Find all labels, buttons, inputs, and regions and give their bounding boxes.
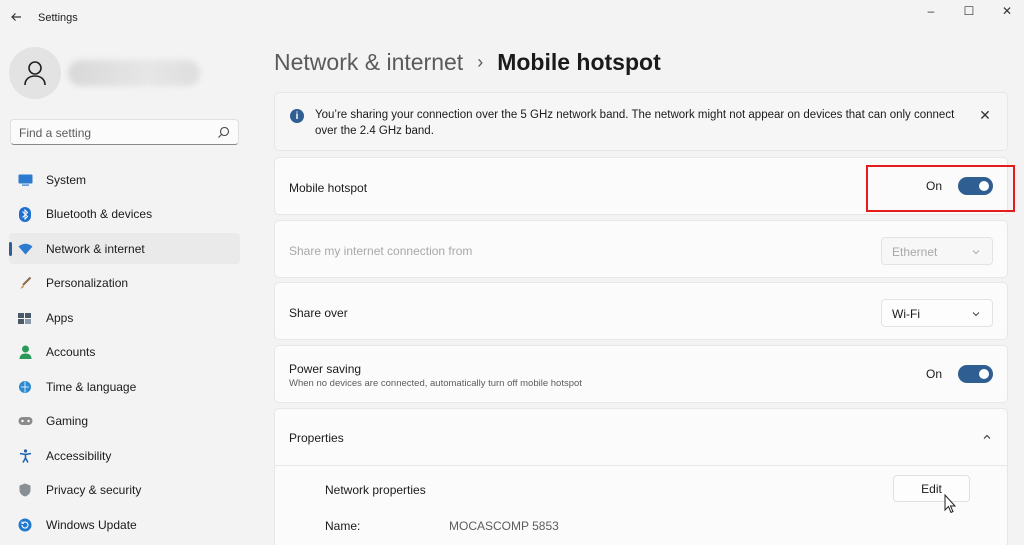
chevron-up-icon[interactable] [981, 431, 993, 443]
accessibility-icon [17, 448, 33, 464]
globe-icon [17, 379, 33, 395]
sidebar-item-label: System [46, 172, 87, 187]
name-value: MOCASCOMP 5853 [449, 519, 559, 533]
network-properties-label: Network properties [325, 483, 426, 497]
search-icon[interactable] [217, 126, 230, 139]
mobile-hotspot-toggle-group: On [926, 177, 993, 195]
properties-header[interactable]: Properties [275, 409, 1007, 466]
edit-button[interactable]: Edit [893, 475, 970, 502]
info-bar: i You’re sharing your connection over th… [274, 92, 1008, 151]
sidebar-item-apps[interactable]: Apps [9, 302, 240, 333]
sidebar-item-network[interactable]: Network & internet [9, 233, 240, 264]
gamepad-icon [17, 413, 33, 429]
person-icon [24, 61, 46, 86]
sidebar-item-label: Accessibility [46, 448, 112, 463]
sidebar-item-accounts[interactable]: Accounts [9, 337, 240, 368]
sidebar-item-label: Apps [46, 310, 74, 325]
mobile-hotspot-row: Mobile hotspot On [274, 157, 1008, 215]
sidebar-item-privacy[interactable]: Privacy & security [9, 475, 240, 506]
apps-icon [17, 310, 33, 326]
info-text: You’re sharing your connection over the … [315, 109, 955, 137]
mobile-hotspot-label: Mobile hotspot [289, 181, 368, 195]
info-icon: i [290, 109, 304, 123]
title-bar: Settings – ☐ ✕ [0, 0, 1024, 34]
sidebar-item-windows-update[interactable]: Windows Update [9, 509, 240, 540]
person-icon [17, 344, 33, 360]
bluetooth-icon [17, 206, 33, 222]
sidebar-item-label: Network & internet [46, 241, 145, 256]
system-icon [17, 172, 33, 188]
sidebar-nav: System Bluetooth & devices Network & int… [9, 164, 240, 544]
share-from-row: Share my internet connection from Ethern… [274, 220, 1008, 278]
power-saving-toggle[interactable] [958, 365, 993, 383]
toggle-state-label: On [925, 367, 942, 381]
chevron-down-icon [972, 312, 980, 317]
sidebar-item-personalization[interactable]: Personalization [9, 268, 240, 299]
sidebar-item-gaming[interactable]: Gaming [9, 406, 240, 437]
sidebar-item-label: Gaming [46, 414, 89, 428]
avatar[interactable] [9, 47, 61, 99]
sidebar-item-label: Privacy & security [46, 483, 142, 497]
breadcrumb-parent[interactable]: Network & internet [274, 49, 463, 76]
app-title: Settings [38, 12, 78, 24]
share-from-dropdown[interactable]: Ethernet [881, 237, 993, 265]
sidebar-item-label: Accounts [46, 345, 96, 359]
search-input[interactable] [19, 124, 209, 141]
properties-title: Properties [289, 431, 344, 445]
sidebar-item-accessibility[interactable]: Accessibility [9, 440, 240, 471]
maximize-button[interactable]: ☐ [950, 0, 988, 22]
back-arrow-icon [11, 13, 21, 21]
power-saving-row: Power saving When no devices are connect… [274, 345, 1008, 403]
sidebar-item-label: Windows Update [46, 517, 137, 532]
sidebar-item-time-language[interactable]: Time & language [9, 371, 240, 402]
sidebar-item-label: Personalization [46, 276, 129, 290]
breadcrumb: Network & internet › Mobile hotspot [274, 46, 661, 78]
power-saving-description: When no devices are connected, automatic… [289, 378, 582, 389]
sidebar-item-label: Time & language [46, 379, 137, 394]
search-box[interactable] [10, 119, 239, 145]
shield-icon [17, 482, 33, 498]
page-title: Mobile hotspot [497, 48, 661, 75]
back-button[interactable] [6, 7, 26, 27]
wifi-icon [17, 241, 33, 257]
mobile-hotspot-toggle[interactable] [958, 177, 993, 195]
toggle-state-label: On [925, 179, 942, 193]
sidebar-item-label: Bluetooth & devices [46, 207, 153, 221]
share-from-label: Share my internet connection from [289, 244, 473, 258]
sidebar-item-system[interactable]: System [9, 164, 240, 195]
name-label: Name: [325, 519, 361, 533]
minimize-button[interactable]: – [912, 0, 950, 22]
blurred-user-name [68, 60, 200, 86]
close-icon[interactable]: ✕ [977, 107, 993, 123]
power-saving-label: Power saving [289, 362, 362, 376]
breadcrumb-separator: › [477, 51, 484, 72]
chevron-down-icon [972, 250, 980, 255]
power-saving-toggle-group: On [926, 365, 993, 383]
properties-section: Properties Network properties Edit Name:… [274, 408, 1008, 545]
mouse-cursor-icon [944, 494, 957, 514]
close-window-button[interactable]: ✕ [988, 0, 1024, 22]
share-over-value: Wi-Fi [892, 307, 920, 321]
share-over-dropdown[interactable]: Wi-Fi [881, 299, 993, 327]
sidebar-item-bluetooth[interactable]: Bluetooth & devices [9, 199, 240, 230]
share-over-label: Share over [289, 306, 348, 320]
brush-icon [17, 275, 33, 291]
update-icon [17, 517, 33, 533]
share-from-value: Ethernet [892, 245, 938, 259]
share-over-row: Share over Wi-Fi [274, 282, 1008, 340]
